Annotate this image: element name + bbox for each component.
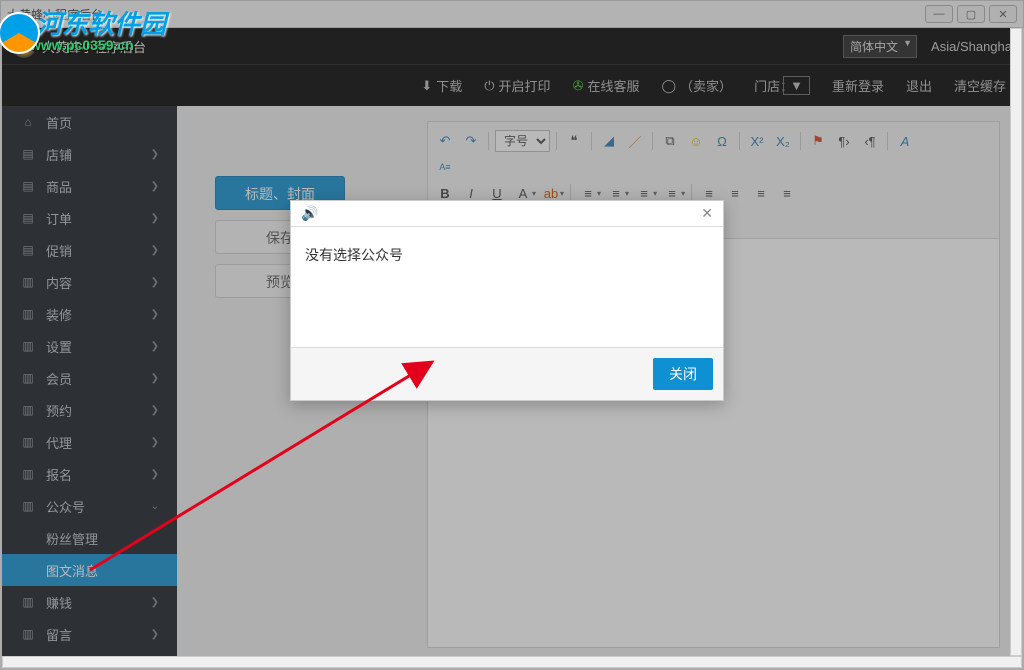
- vertical-scrollbar[interactable]: [1010, 28, 1022, 656]
- horizontal-scrollbar[interactable]: [2, 656, 1022, 668]
- modal-message: 没有选择公众号: [291, 227, 723, 347]
- modal-close-button[interactable]: 关闭: [653, 358, 713, 390]
- modal-close-icon[interactable]: ✕: [701, 205, 713, 222]
- sound-icon: 🔊: [301, 205, 318, 222]
- alert-modal: 🔊 ✕ 没有选择公众号 关闭: [290, 200, 724, 401]
